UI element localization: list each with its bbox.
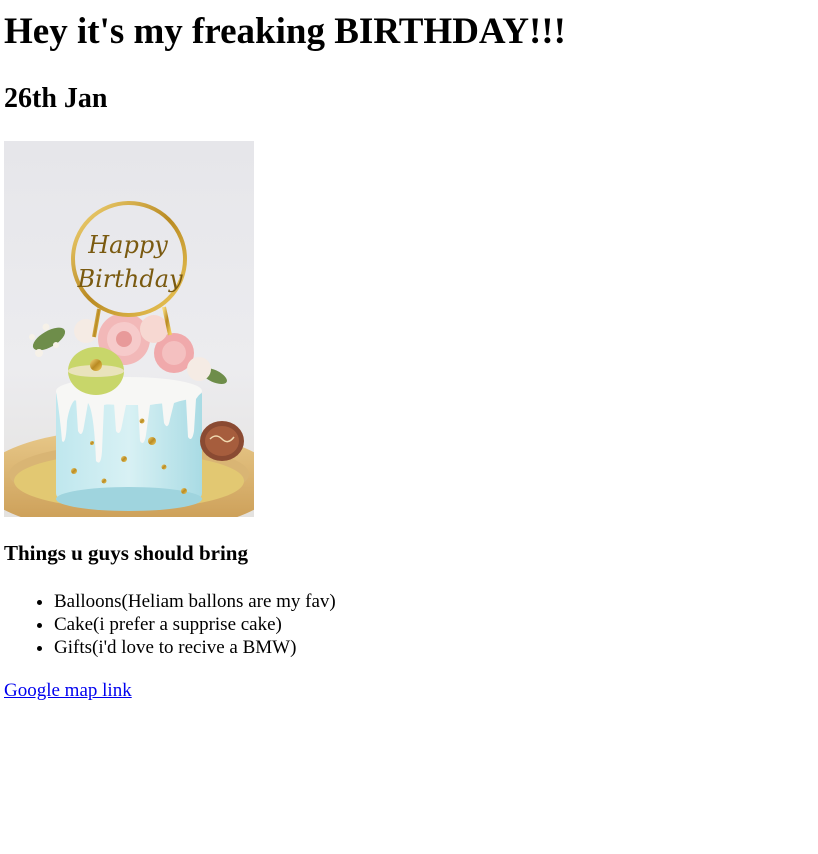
google-map-link[interactable]: Google map link (4, 679, 132, 702)
svg-text:Birthday: Birthday (76, 265, 183, 293)
birthday-date: 26th Jan (4, 83, 108, 114)
bring-list: Balloons(Heliam ballons are my fav) Cake… (4, 590, 336, 659)
bring-heading: Things u guys should bring (4, 541, 248, 565)
list-item: Cake(i prefer a supprise cake) (54, 613, 336, 636)
list-item: Gifts(i'd love to recive a BMW) (54, 636, 336, 659)
list-item: Balloons(Heliam ballons are my fav) (54, 590, 336, 613)
svg-text:Happy: Happy (87, 231, 168, 259)
page-title: Hey it's my freaking BIRTHDAY!!! (4, 11, 566, 52)
cake-image: Happy Birthday (4, 141, 254, 517)
